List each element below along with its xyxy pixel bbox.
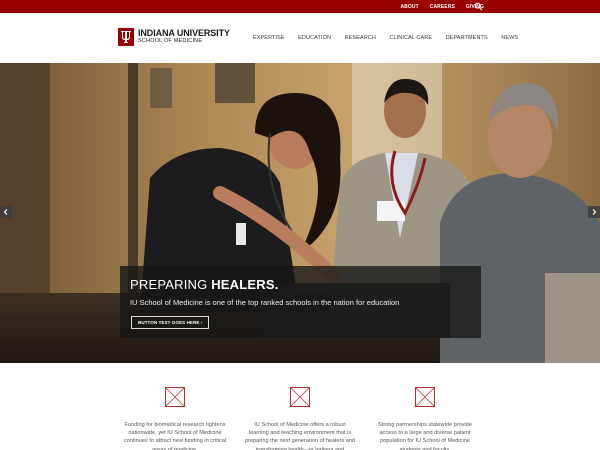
carousel-next-button[interactable] [588, 206, 600, 218]
search-icon[interactable] [474, 2, 483, 11]
nav-item-clinical-care[interactable]: CLINICAL CARE [389, 35, 432, 41]
features-section: Funding for biomedical research tightens… [0, 363, 600, 450]
hero-title-light: PREPARING [130, 277, 212, 292]
utility-bar: ABOUT CAREERS GIVING [0, 0, 600, 13]
nav-item-research[interactable]: RESEARCH [345, 35, 376, 41]
trident-icon [118, 28, 134, 46]
image-placeholder-icon [290, 387, 310, 407]
chevron-left-icon [3, 209, 8, 215]
chevron-right-icon [592, 209, 597, 215]
nav-item-departments[interactable]: DEPARTMENTS [446, 35, 488, 41]
utility-link-about[interactable]: ABOUT [400, 4, 418, 10]
main-nav: EXPERTISE EDUCATION RESEARCH CLINICAL CA… [253, 35, 532, 41]
feature-text: Strong partnerships statewide provide ac… [378, 422, 472, 450]
utility-links: ABOUT CAREERS GIVING [389, 0, 484, 13]
utility-link-careers[interactable]: CAREERS [430, 4, 455, 10]
feature-item: IU School of Medicine offers a robust le… [244, 387, 356, 450]
image-placeholder-icon [415, 387, 435, 407]
hero-description: IU School of Medicine is one of the top … [130, 298, 400, 307]
hero-title: PREPARING HEALERS. [130, 277, 279, 292]
hero-title-bold: HEALERS. [211, 277, 279, 292]
carousel-prev-button[interactable] [0, 206, 12, 218]
hero-cta-button[interactable]: BUTTON TEXT GOES HERE › [131, 316, 210, 329]
feature-text: IU School of Medicine offers a robust le… [244, 422, 356, 450]
nav-item-education[interactable]: EDUCATION [298, 35, 331, 41]
nav-item-expertise[interactable]: EXPERTISE [253, 35, 285, 41]
nav-item-news[interactable]: NEWS [501, 35, 518, 41]
logo-name: INDIANA UNIVERSITY [138, 28, 230, 39]
feature-item: Funding for biomedical research tightens… [119, 387, 231, 450]
image-placeholder-icon [165, 387, 185, 407]
logo-subname: SCHOOL OF MEDICINE [138, 38, 203, 45]
feature-item: Strong partnerships statewide provide ac… [369, 387, 481, 450]
hero-carousel: PREPARING HEALERS. IU School of Medicine… [0, 63, 600, 363]
site-header: INDIANA UNIVERSITY SCHOOL OF MEDICINE EX… [0, 13, 600, 63]
feature-text: Funding for biomedical research tightens… [123, 422, 227, 450]
iu-logo[interactable]: INDIANA UNIVERSITY SCHOOL OF MEDICINE [118, 28, 230, 46]
hero-caption: PREPARING HEALERS. IU School of Medicine… [120, 266, 481, 338]
